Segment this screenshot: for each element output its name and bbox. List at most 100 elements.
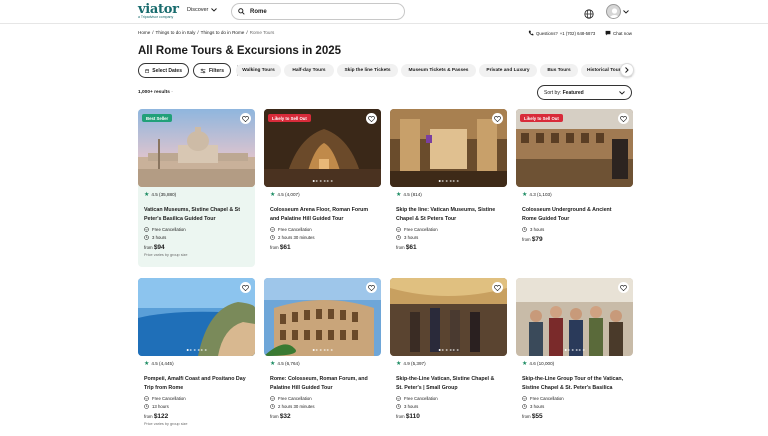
product-image[interactable]: Likely to Sell Out [516,109,633,187]
chevron-down-icon [211,8,218,12]
price-value: $79 [531,235,543,243]
duration: 13 hours [144,404,249,409]
clock-icon [144,235,149,240]
discover-menu[interactable]: Discover [187,7,218,13]
price: from $110 [396,413,501,420]
wishlist-heart-icon[interactable] [240,282,251,293]
price-note: Price varies by group size [144,252,188,257]
product-title[interactable]: Skip-the-Line Vatican, Sistine Chapel & … [396,375,501,392]
questions-label: Questions? [536,30,558,36]
breadcrumb-italy[interactable]: Things to do in Italy [156,30,196,35]
product-card[interactable]: ★ 4.5 (814) Skip the line: Vatican Museum… [390,109,507,255]
wishlist-heart-icon[interactable] [366,113,377,124]
chevron-right-icon [625,67,629,73]
product-image[interactable] [390,109,507,187]
rating-text: 4.5 (4,007) [277,192,300,197]
rating: ★ 4.5 (35,880) [144,191,249,198]
check-circle-icon [144,226,149,232]
check-circle-icon [396,395,401,401]
product-card[interactable]: Likely to Sell Out ★ 4.5 (4,007) Colosseu… [264,109,381,255]
viator-logo[interactable]: viator a Tripadvisor company [138,3,179,19]
duration: 3 hours [522,227,627,232]
rating: ★ 4.5 (6,764) [270,360,375,367]
star-icon: ★ [522,192,528,198]
check-circle-icon [270,226,275,232]
rating-text: 4.5 (35,880) [151,192,177,197]
product-image[interactable] [390,278,507,356]
product-title[interactable]: Colosseum Underground & Ancient Rome Gui… [522,206,627,223]
star-icon: ★ [270,192,276,198]
wishlist-heart-icon[interactable] [492,113,503,124]
product-image[interactable] [264,278,381,356]
product-title[interactable]: Colosseum Arena Floor, Roman Forum and P… [270,206,375,223]
page-title: All Rome Tours & Excursions in 2025 [138,45,342,57]
check-circle-icon [396,226,401,232]
sort-dropdown[interactable]: Sort by: Featured [537,85,632,100]
rating: ★ 4.9 (5,397) [396,360,501,367]
chip-museum-tickets[interactable]: Museum Tickets & Passes [401,64,476,77]
rating: ★ 4.3 (1,103) [522,191,627,198]
breadcrumb-home[interactable]: Home [138,30,150,35]
product-title[interactable]: Skip the line: Vatican Museums, Sistine … [396,206,501,223]
help-phone[interactable]: Questions? +1 (702) 648-5873 [528,30,595,36]
wishlist-heart-icon[interactable] [492,282,503,293]
product-card[interactable]: Best Seller ★ 4.5 (35,880) Vatican Museum… [138,109,255,267]
chip-half-day-tours[interactable]: Half-day Tours [284,64,334,77]
sort-prefix: Sort by: [544,89,562,96]
star-icon: ★ [396,192,402,198]
price-value: $55 [531,413,543,420]
check-circle-icon [144,395,149,401]
star-icon: ★ [270,361,276,367]
product-image[interactable] [516,278,633,356]
duration: 3 hours [522,404,627,409]
product-image[interactable] [138,278,255,356]
wishlist-heart-icon[interactable] [240,113,251,124]
product-card[interactable]: ★ 4.6 (10,000) Skip-the-Line Group Tour o… [516,278,633,424]
chip-bus-tours[interactable]: Bus Tours [540,64,578,77]
scroll-right-button[interactable] [620,63,634,77]
chip-skip-the-line[interactable]: Skip the line Tickets [337,64,398,77]
product-title[interactable]: Vatican Museums, Sistine Chapel & St Pet… [144,206,249,223]
product-title[interactable]: Skip-the-Line Group Tour of the Vatican,… [522,375,627,392]
rating-text: 4.5 (4,445) [151,361,174,366]
rating: ★ 4.6 (10,000) [522,360,627,367]
duration: 2 hours 30 minutes [270,235,375,240]
search-bar[interactable]: Rome [231,3,405,20]
chip-walking-tours[interactable]: Walking Tours [236,64,281,77]
duration-text: 13 hours [152,404,169,409]
price: from $94 [144,244,249,251]
product-card[interactable]: Likely to Sell Out ★ 4.3 (1,103) Colosseu… [516,109,633,247]
free-cancellation: Free Cancellation [270,227,375,232]
price: from $32 [270,413,375,420]
chevron-down-icon [623,9,629,14]
language-globe-icon[interactable] [584,6,594,24]
select-dates-button[interactable]: Select Dates [138,63,189,78]
product-card[interactable]: ★ 4.5 (4,445) Pompeii, Amalfi Coast and P… [138,278,255,430]
breadcrumb-rome[interactable]: Things to do in Rome [201,30,245,35]
product-image[interactable]: Best Seller [138,109,255,187]
product-card[interactable]: ★ 4.9 (5,397) Skip-the-Line Vatican, Sist… [390,278,507,424]
search-input[interactable]: Rome [250,9,267,15]
phone-icon [528,30,534,36]
product-title[interactable]: Rome: Colosseum, Roman Forum, and Palati… [270,375,375,392]
duration-text: 3 hours [404,404,419,409]
filters-button[interactable]: Filters [193,63,231,78]
price: from $55 [522,413,627,420]
filters-label: Filters [208,67,224,74]
wishlist-heart-icon[interactable] [618,113,629,124]
product-image[interactable]: Likely to Sell Out [264,109,381,187]
profile-menu[interactable] [606,4,629,19]
price-note: Price varies by group size [144,421,188,426]
product-card[interactable]: ★ 4.5 (6,764) Rome: Colosseum, Roman Foru… [264,278,381,424]
clock-icon [522,404,527,409]
wishlist-heart-icon[interactable] [366,282,377,293]
product-title[interactable]: Pompeii, Amalfi Coast and Positano Day T… [144,375,249,392]
chip-private-luxury[interactable]: Private and Luxury [479,64,537,77]
clock-icon [522,226,527,232]
clock-icon [270,404,275,409]
carousel-dots [312,179,333,182]
phone-number[interactable]: +1 (702) 648-5873 [560,31,595,36]
wishlist-heart-icon[interactable] [618,282,629,293]
chat-now-link[interactable]: Chat now [605,30,632,36]
price: from $61 [270,244,375,251]
